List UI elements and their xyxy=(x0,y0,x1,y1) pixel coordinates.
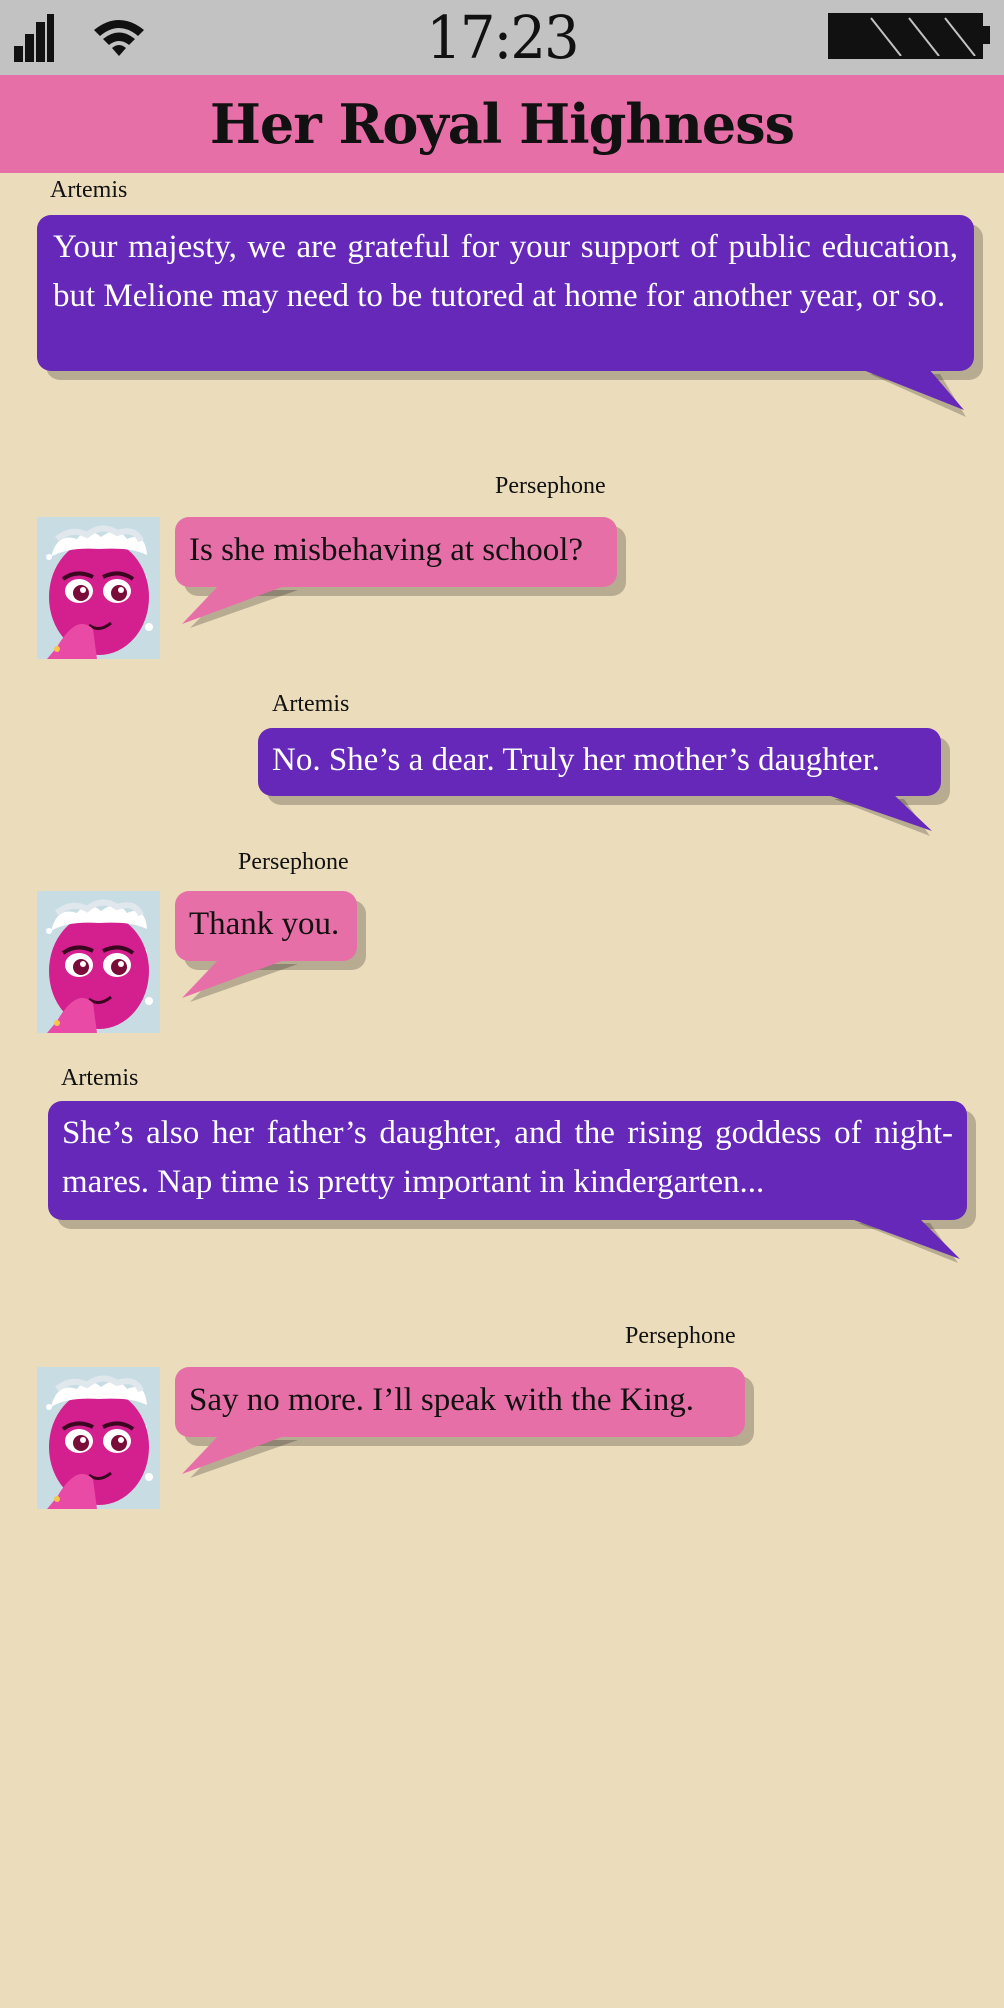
message-text: She’s also her father’s daughter, and th… xyxy=(62,1115,953,1200)
message-bubble-artemis[interactable]: She’s also her father’s daughter, and th… xyxy=(48,1101,967,1220)
conversation-title: Her Royal Highness xyxy=(209,92,795,156)
persephone-avatar[interactable] xyxy=(37,891,160,1033)
message-text: Your majesty, we are grateful for your s… xyxy=(53,229,958,314)
message-bubble-persephone[interactable]: Say no more. I’ll speak with the King. xyxy=(175,1367,745,1437)
persephone-avatar[interactable] xyxy=(37,517,160,659)
sender-name: Artemis xyxy=(61,1065,139,1091)
message-bubble-persephone[interactable]: Is she misbehaving at school? xyxy=(175,517,617,587)
message-text: No. She’s a dear. Truly her mother’s dau… xyxy=(272,742,880,778)
sender-name: Persephone xyxy=(238,849,349,875)
message-text: Is she misbehaving at school? xyxy=(189,532,584,568)
sender-name: Persephone xyxy=(495,473,606,499)
bubble-tail xyxy=(858,368,966,417)
message-text: Say no more. I’ll speak with the King. xyxy=(189,1382,694,1418)
bubble-tail xyxy=(182,958,298,1002)
sender-name: Persephone xyxy=(625,1323,736,1349)
message-bubble-artemis[interactable]: Your majesty, we are grateful for your s… xyxy=(37,215,974,371)
message-bubble-artemis[interactable]: No. She’s a dear. Truly her mother’s dau… xyxy=(258,728,941,796)
conversation-header: Her Royal Highness xyxy=(0,75,1004,173)
bubble-tail xyxy=(822,793,932,836)
sender-name: Artemis xyxy=(50,177,128,203)
message-bubble-persephone[interactable]: Thank you. xyxy=(175,891,357,961)
battery-full-icon xyxy=(828,13,983,59)
status-bar: 17:23 xyxy=(0,0,1004,75)
bubble-tail xyxy=(182,584,298,628)
bubble-tail xyxy=(182,1434,298,1478)
persephone-avatar[interactable] xyxy=(37,1367,160,1509)
bubble-tail xyxy=(846,1217,960,1263)
sender-name: Artemis xyxy=(272,691,350,717)
battery-terminal xyxy=(983,26,990,44)
message-text: Thank you. xyxy=(189,906,340,942)
